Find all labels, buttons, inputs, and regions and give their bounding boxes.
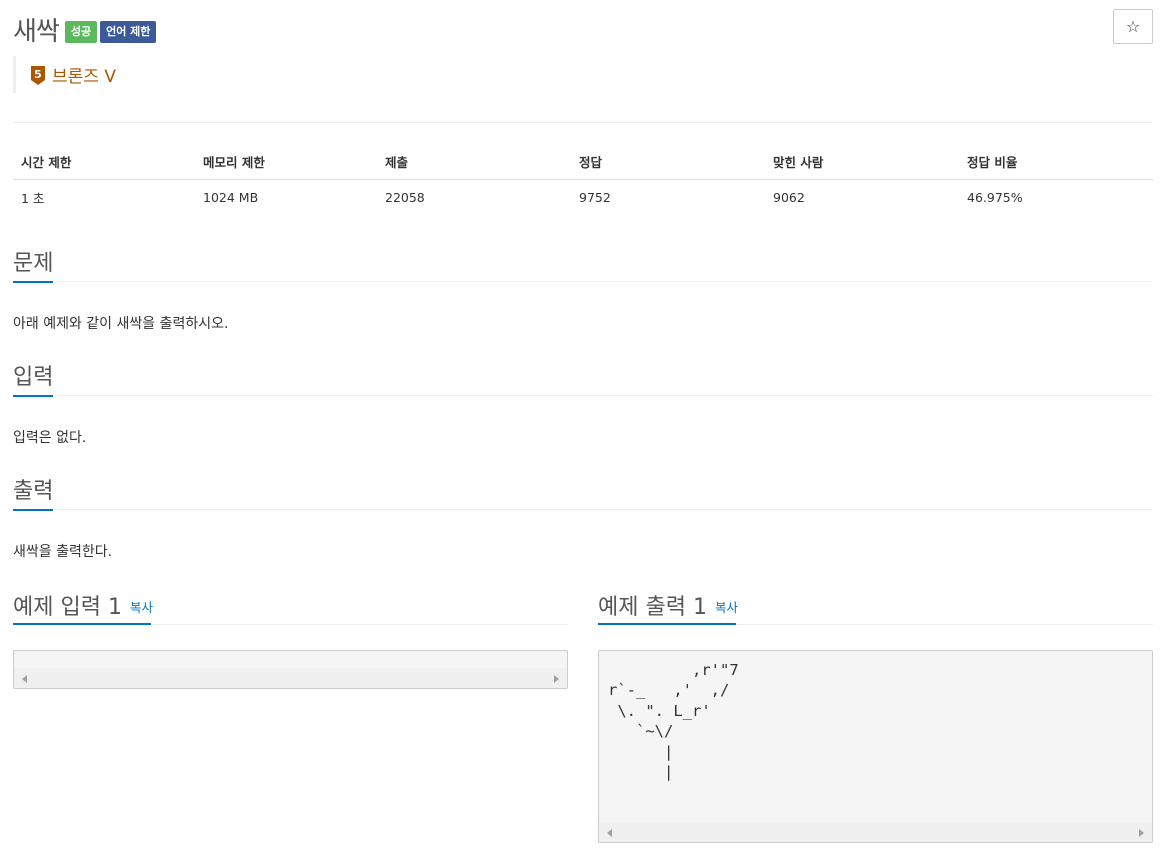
- sample-output-heading: 예제 출력 1 복사: [598, 589, 738, 621]
- section-underline: [13, 395, 53, 397]
- header-divider: [13, 122, 1153, 123]
- cell-solved-users: 9062: [773, 190, 805, 206]
- input-description: 입력은 없다.: [13, 430, 87, 446]
- header-ratio: 정답 비율: [959, 144, 1153, 180]
- section-divider: [13, 395, 1153, 396]
- header-accepted: 정답: [571, 144, 765, 180]
- problem-title: 새싹: [13, 16, 60, 47]
- tier-info: 5 브론즈 V: [13, 56, 116, 93]
- cell-time-limit: 1 초: [21, 191, 45, 207]
- sample-output-box[interactable]: ,r'"7 r`-_ ,' ,/ \. ". L_r' `~\/ | |: [598, 650, 1153, 843]
- section-underline: [598, 623, 736, 625]
- sample-input-content: [14, 651, 567, 669]
- section-divider: [13, 509, 1153, 510]
- section-divider: [13, 281, 1153, 282]
- problem-info-table: 시간 제한 메모리 제한 제출 정답 맞힌 사람 정답 비율 1 초 1024 …: [13, 144, 1153, 216]
- copy-sample-input-link[interactable]: 복사: [130, 600, 153, 615]
- bronze-tier-icon: 5: [31, 66, 45, 85]
- sample-output-title: 예제 출력 1: [598, 595, 707, 620]
- header-memory-limit: 메모리 제한: [195, 144, 377, 180]
- scroll-right-icon[interactable]: [554, 675, 559, 683]
- header-submissions: 제출: [377, 144, 571, 180]
- problem-description: 아래 예제와 같이 새싹을 출력하시오.: [13, 316, 229, 332]
- sample-input-title: 예제 입력 1: [13, 595, 122, 620]
- cell-submissions: 22058: [385, 190, 425, 206]
- scroll-left-icon[interactable]: [22, 675, 27, 683]
- sample-input-box[interactable]: [13, 650, 568, 689]
- sample-input-heading: 예제 입력 1 복사: [13, 589, 153, 621]
- tier-label[interactable]: 브론즈 V: [52, 62, 116, 87]
- output-description: 새싹을 출력한다.: [13, 544, 113, 560]
- horizontal-scrollbar[interactable]: [14, 668, 567, 688]
- copy-sample-output-link[interactable]: 복사: [715, 600, 738, 615]
- problem-header: 새싹 성공 언어 제한: [13, 12, 159, 47]
- favorite-star-button[interactable]: ☆: [1113, 9, 1153, 44]
- tier-number: 5: [34, 68, 42, 81]
- header-time-limit: 시간 제한: [13, 144, 195, 180]
- problem-section-heading: 문제: [13, 251, 54, 276]
- success-badge: 성공: [64, 21, 98, 43]
- header-solved-users: 맞힌 사람: [765, 144, 959, 180]
- cell-memory-limit: 1024 MB: [203, 190, 259, 206]
- section-underline: [13, 509, 53, 511]
- section-underline: [13, 623, 151, 625]
- sample-output-content: ,r'"7 r`-_ ,' ,/ \. ". L_r' `~\/ | |: [608, 661, 739, 782]
- language-limit-badge: 언어 제한: [100, 21, 157, 43]
- input-section-heading: 입력: [13, 365, 54, 390]
- table-header-row: 시간 제한 메모리 제한 제출 정답 맞힌 사람 정답 비율: [13, 144, 1153, 180]
- star-icon: ☆: [1125, 17, 1141, 36]
- cell-accepted: 9752: [579, 190, 611, 206]
- section-underline: [13, 281, 53, 283]
- scroll-right-icon[interactable]: [1139, 829, 1144, 837]
- horizontal-scrollbar[interactable]: [599, 822, 1152, 842]
- cell-ratio: 46.975%: [967, 190, 1023, 206]
- scroll-left-icon[interactable]: [607, 829, 612, 837]
- table-row: 1 초 1024 MB 22058 9752 9062 46.975%: [13, 180, 1153, 216]
- output-section-heading: 출력: [13, 479, 54, 504]
